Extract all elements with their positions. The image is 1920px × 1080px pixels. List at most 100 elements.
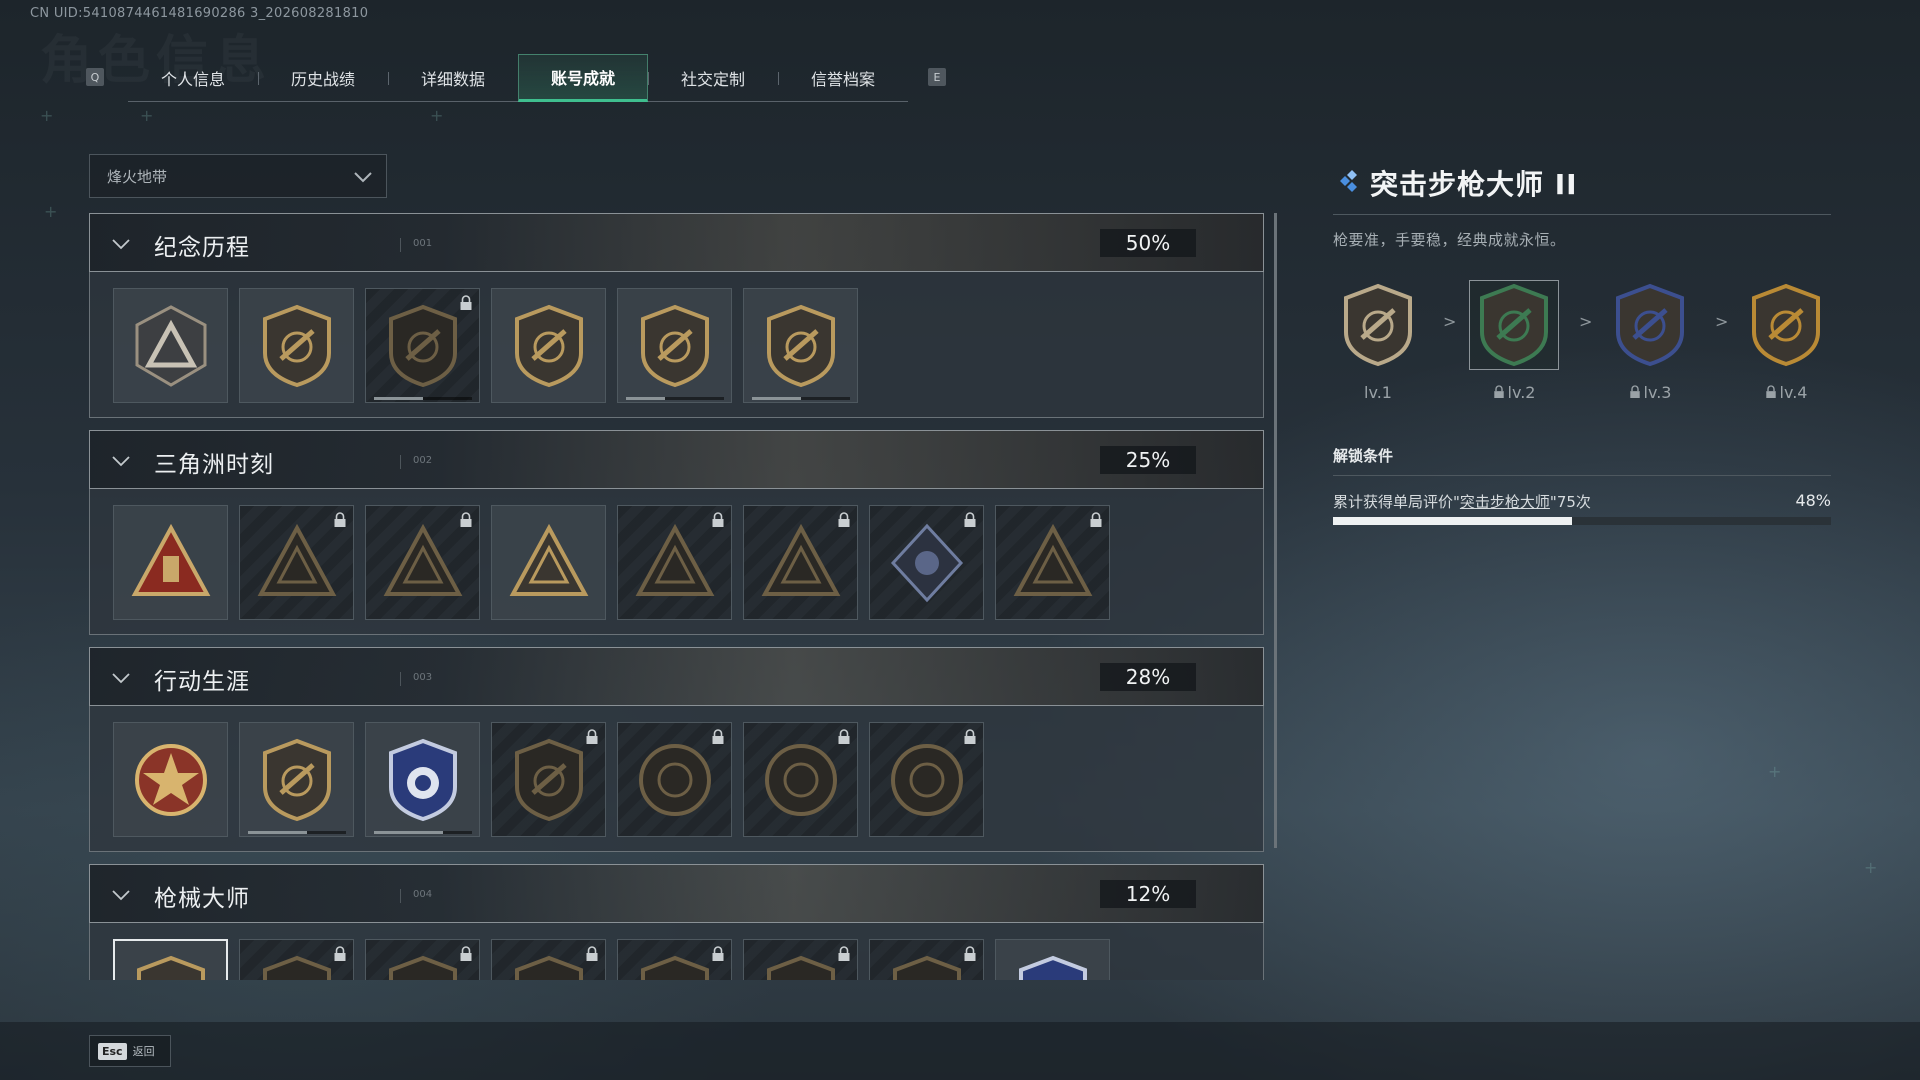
achievement-cell[interactable] [743, 505, 858, 620]
achievement-cell[interactable] [869, 505, 984, 620]
footer-bar [0, 1022, 1920, 1080]
achievement-cell[interactable] [239, 722, 354, 837]
grid-cross-icon: + [1864, 858, 1878, 877]
chevron-down-icon[interactable] [110, 450, 132, 472]
grid-cross-icon: + [40, 106, 54, 125]
achievement-cell[interactable] [491, 939, 606, 980]
achievement-cell[interactable] [869, 939, 984, 980]
level-label-text: lv.3 [1643, 383, 1672, 402]
chevron-down-icon[interactable] [110, 884, 132, 906]
achievement-cell[interactable] [365, 939, 480, 980]
lock-icon [964, 512, 976, 527]
achievement-progress-bar [374, 831, 472, 834]
tab-personal-info[interactable]: 个人信息 [128, 54, 258, 102]
grid-cross-icon: + [44, 202, 58, 221]
helicopter-badge-icon [262, 304, 331, 387]
achievement-cell[interactable] [743, 939, 858, 980]
chevron-down-icon [354, 172, 372, 183]
achievement-cell[interactable] [113, 505, 228, 620]
rifle-shield-badge-icon [640, 955, 709, 980]
condition-suffix: "75次 [1549, 493, 1591, 511]
achievement-cell[interactable] [113, 288, 228, 403]
level-arrow-icon: > [1579, 312, 1593, 331]
achievement-cell[interactable] [365, 722, 480, 837]
list-scrollbar[interactable] [1274, 213, 1277, 848]
achievement-cell[interactable] [239, 288, 354, 403]
chevron-down-icon[interactable] [110, 667, 132, 689]
section-header[interactable]: 三角洲时刻 002 25% [89, 430, 1264, 489]
achievement-cell[interactable] [617, 505, 732, 620]
achievement-cell[interactable] [617, 288, 732, 403]
achievement-cell[interactable] [743, 288, 858, 403]
progress-bar-fill [626, 397, 666, 400]
lock-icon [460, 512, 472, 527]
star-medal-badge-icon [134, 743, 207, 816]
section-percent: 25% [1100, 446, 1196, 474]
achievement-cell[interactable] [239, 505, 354, 620]
rifle-shield-badge-icon [514, 955, 583, 980]
section-header[interactable]: 行动生涯 003 28% [89, 647, 1264, 706]
mode-select-value: 烽火地带 [107, 167, 168, 186]
tab-detailed-data[interactable]: 详细数据 [388, 54, 518, 102]
esc-key-hint: Esc [98, 1042, 127, 1060]
back-label: 返回 [132, 1045, 155, 1058]
level-badge-4[interactable] [1741, 280, 1831, 370]
achievement-cell[interactable] [113, 939, 228, 980]
lock-icon [1493, 385, 1504, 398]
back-button[interactable]: Esc 返回 [89, 1035, 171, 1067]
level-label: lv.4 [1741, 383, 1831, 402]
level-badge-3[interactable] [1605, 280, 1695, 370]
progress-bar-fill [374, 831, 443, 834]
condition-progress-text: 48% [1795, 491, 1831, 510]
section-number: 002 [400, 455, 432, 469]
achievement-cell[interactable] [491, 505, 606, 620]
achievement-cell[interactable] [113, 722, 228, 837]
lock-icon [334, 512, 346, 527]
e-key-hint[interactable]: E [928, 68, 946, 86]
condition-progress-bar [1333, 517, 1831, 525]
achievement-cell[interactable] [995, 505, 1110, 620]
achievement-cell[interactable] [365, 288, 480, 403]
section-body [89, 706, 1264, 852]
achievement-cell[interactable] [239, 939, 354, 980]
achievement-cell[interactable] [743, 722, 858, 837]
lock-icon [334, 946, 346, 961]
level-badge-2[interactable] [1469, 280, 1559, 370]
achievement-cell[interactable] [617, 939, 732, 980]
achievement-list[interactable]: 纪念历程 001 50% 三角洲时刻 002 25% 行动生涯 003 28% … [89, 213, 1264, 980]
lock-icon [1629, 385, 1640, 398]
achievement-detail-title: 突击步枪大师 II [1370, 168, 1578, 201]
triangle-animals-badge-icon [635, 523, 714, 596]
achievement-cell[interactable] [869, 722, 984, 837]
achievement-cell[interactable] [617, 722, 732, 837]
tab-match-history[interactable]: 历史战绩 [258, 54, 388, 102]
level-arrow-icon: > [1443, 312, 1457, 331]
level-badge-1[interactable] [1333, 280, 1423, 370]
grid-cross-icon: + [140, 106, 154, 125]
chevron-down-icon[interactable] [110, 233, 132, 255]
number-one-triangle-badge-icon [514, 304, 583, 387]
diamonds-icon [1340, 170, 1357, 192]
section-header[interactable]: 枪械大师 004 12% [89, 864, 1264, 923]
achievement-cell[interactable] [995, 939, 1110, 980]
tab-achievements[interactable]: 账号成就 [518, 53, 648, 102]
round-crosshair-badge-icon [764, 743, 837, 816]
achievement-cell[interactable] [491, 288, 606, 403]
lock-icon [460, 946, 472, 961]
section-header[interactable]: 纪念历程 001 50% [89, 213, 1264, 272]
section-number: 001 [400, 238, 432, 252]
lock-icon [460, 295, 472, 310]
achievement-cell[interactable] [365, 505, 480, 620]
rifle-shield-badge-icon [1616, 283, 1684, 367]
condition-link[interactable]: 突击步枪大师 [1460, 493, 1550, 511]
tab-credit-record[interactable]: 信誉档案 [778, 54, 908, 102]
lock-icon [964, 946, 976, 961]
level-label-text: lv.4 [1779, 383, 1808, 402]
mode-select[interactable]: 烽火地带 [89, 154, 387, 198]
triangle-target-badge-icon [383, 523, 462, 596]
tab-social[interactable]: 社交定制 [648, 54, 778, 102]
achievement-cell[interactable] [491, 722, 606, 837]
lock-icon [586, 729, 598, 744]
lock-icon [586, 946, 598, 961]
q-key-hint[interactable]: Q [86, 68, 104, 86]
